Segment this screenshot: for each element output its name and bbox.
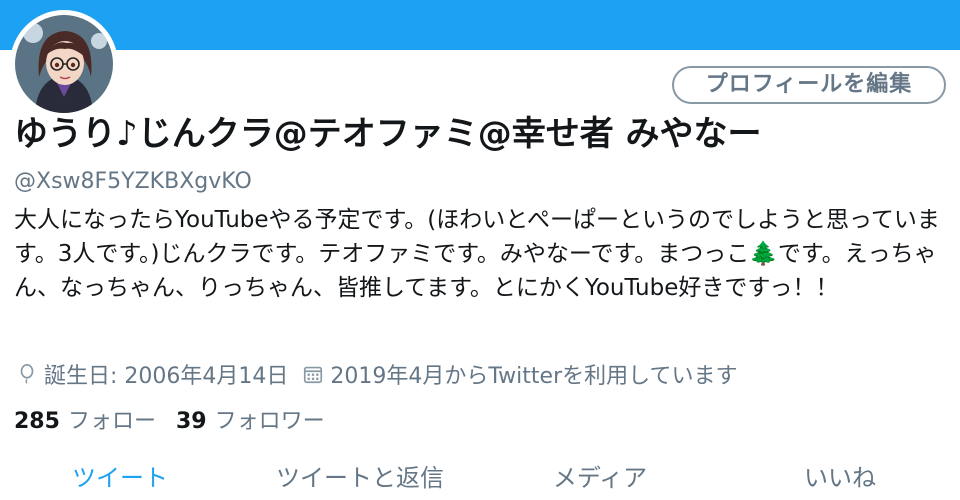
followers-count: 39 — [175, 409, 207, 434]
followers-link[interactable]: 39 フォロワー — [176, 403, 325, 435]
tab-tweets-and-replies[interactable]: ツイートと返信 — [240, 456, 480, 500]
tab-media[interactable]: メディア — [480, 456, 720, 500]
edit-profile-button[interactable]: プロフィールを編集 — [672, 66, 946, 104]
joined-text: 2019年4月からTwitterを利用しています — [330, 364, 738, 389]
following-link[interactable]: 285 フォロー — [14, 403, 156, 435]
following-label: フォロー — [67, 409, 156, 434]
joined-item: 2019年4月からTwitterを利用しています — [302, 358, 737, 390]
avatar-image — [15, 15, 113, 113]
birthday-item: 誕生日: 2006年4月14日 — [16, 358, 288, 390]
following-count: 285 — [14, 409, 60, 434]
header-banner — [0, 0, 960, 50]
tab-tweets[interactable]: ツイート — [0, 456, 240, 500]
profile-tabs: ツイート ツイートと返信 メディア いいね — [0, 456, 960, 500]
balloon-icon — [20, 364, 34, 384]
tab-likes[interactable]: いいね — [720, 456, 960, 500]
calendar-icon — [304, 366, 323, 384]
followers-label: フォロワー — [214, 409, 325, 434]
bio: 大人になったらYouTubeやる予定です。(ほわいとぺーぱーというのでしようと思… — [14, 207, 940, 301]
handle: @Xsw8F5YZKBXgvKO — [14, 169, 252, 194]
profile-meta: 誕生日: 2006年4月14日 2019年4月からTwitterを利用しています — [16, 356, 737, 392]
birthday-text: 誕生日: 2006年4月14日 — [44, 364, 289, 389]
avatar[interactable] — [10, 10, 118, 118]
display-name: ゆうり♪じんクラ@テオファミ@幸せ者 みやなー — [14, 114, 762, 154]
follow-stats: 285 フォロー 39 フォロワー — [14, 401, 325, 437]
